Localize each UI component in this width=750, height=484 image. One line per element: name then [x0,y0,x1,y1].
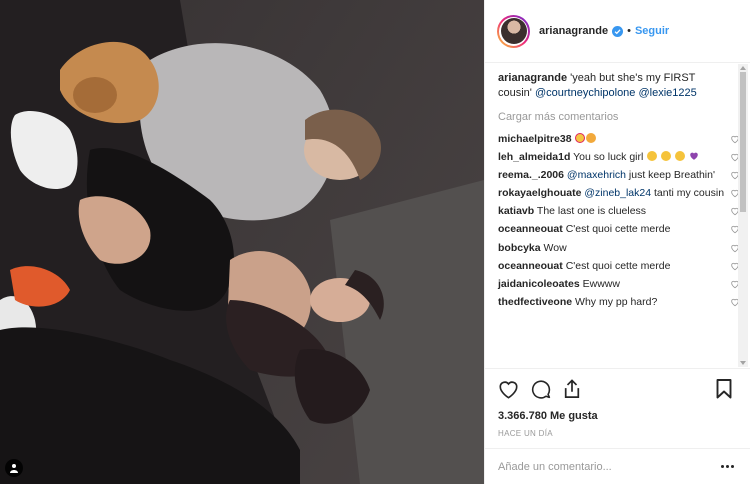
caption-username[interactable]: arianagrande [498,72,567,84]
comment-username[interactable]: reema._.2006 [498,169,564,181]
comment-item: leh_almeida1d You so luck girl [498,150,739,165]
comment-text: Why my pp hard? [575,295,658,308]
laughing-emoji-icon [647,151,658,162]
comment-username[interactable]: katiavb [498,205,534,217]
add-comment-bar [485,448,750,484]
add-comment-input[interactable] [498,460,721,473]
post-caption: arianagrande 'yeah but she's my FIRST co… [498,71,724,101]
photo-image [0,0,484,484]
comment-username[interactable]: rokayaelghouate [498,187,581,199]
comment-item: oceanneouat C'est quoi cette merde [498,222,739,237]
comment-username[interactable]: oceanneouat [498,260,563,272]
comment-item: bobcyka Wow [498,241,739,256]
comment-username[interactable]: thedfectiveone [498,296,572,308]
comments-list[interactable]: arianagrande 'yeah but she's my FIRST co… [485,63,750,368]
separator-dot: • [627,25,631,37]
post-photo[interactable] [0,0,484,484]
comment-text: Wow [543,241,567,254]
comment-item: rokayaelghouate @zineb_lak24 tanti my co… [498,186,739,201]
caption-mention[interactable]: @lexie1225 [638,87,696,99]
post-timestamp[interactable]: HACE UN DÍA [498,429,738,438]
caption-mention[interactable]: @courtneychipolone [535,87,635,99]
more-options-icon[interactable] [721,465,734,468]
laughing-emoji-icon [661,151,672,162]
comment-text: C'est quoi cette merde [565,223,671,236]
comment-username[interactable]: leh_almeida1d [498,151,570,163]
post-actions: 3.366.780 Me gusta HACE UN DÍA [485,368,750,448]
follow-button[interactable]: Seguir [635,25,669,37]
comment-username[interactable]: jaidanicoleoates [498,278,580,290]
comment-item: katiavb The last one is clueless [498,204,739,219]
comment-username[interactable]: bobcyka [498,242,541,254]
post-author-username[interactable]: arianagrande [539,25,608,37]
likes-count[interactable]: 3.366.780 Me gusta [498,410,738,422]
clapping-emoji-icon [586,133,597,143]
avatar[interactable] [497,14,530,48]
scroll-up-arrow-icon[interactable] [740,66,746,70]
post-side-panel: arianagrande • Seguir arianagrande 'yeah… [484,0,750,484]
comment-text: just keep Breathin' [628,169,715,182]
comment-text: C'est quoi cette merde [565,259,671,272]
comment-text: The last one is clueless [536,205,647,218]
comment-mention[interactable]: @zineb_lak24 [584,187,651,199]
comment-mention[interactable]: @maxehrich [567,169,626,181]
comment-text: tanti my cousin [654,187,725,200]
comment-item: thedfectiveone Why my pp hard? [498,295,739,310]
laughing-emoji-icon [675,151,686,162]
comment-item: reema._.2006 @maxehrich just keep Breath… [498,168,739,183]
share-upload-icon[interactable] [563,379,581,399]
purple-heart-emoji-icon [690,152,698,160]
load-more-comments-button[interactable]: Cargar más comentarios [498,111,750,123]
comments-scrollbar[interactable] [738,64,748,367]
comment-text: Ewwww [582,277,620,290]
comment-text: You so luck girl [573,151,644,164]
comment-item: michaelpitre38 [498,132,739,147]
like-heart-icon[interactable] [498,380,519,399]
scroll-down-arrow-icon[interactable] [740,361,746,365]
bookmark-icon[interactable] [716,379,732,399]
comment-bubble-icon[interactable] [531,379,551,399]
action-icons [498,377,738,401]
post-header: arianagrande • Seguir [485,0,750,63]
heart-eyes-emoji-icon [575,133,586,143]
tagged-people-icon[interactable] [5,459,23,477]
scrollbar-thumb[interactable] [740,72,746,212]
comment-item: oceanneouat C'est quoi cette merde [498,259,739,274]
comment-item: jaidanicoleoates Ewwww [498,277,739,292]
comment-username[interactable]: michaelpitre38 [498,133,572,145]
comment-username[interactable]: oceanneouat [498,223,563,235]
verified-badge-icon [612,25,624,37]
